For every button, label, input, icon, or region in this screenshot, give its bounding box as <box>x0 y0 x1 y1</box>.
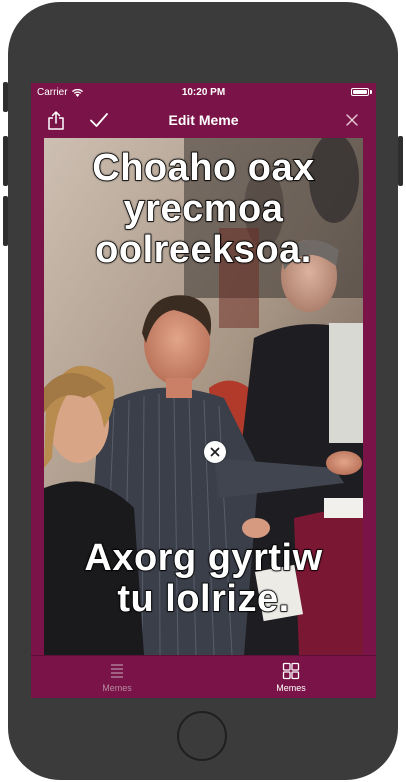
meme-top-text[interactable]: Choaho oax yrecmoa oolreeksoa. <box>44 147 363 272</box>
battery-cap <box>370 90 372 94</box>
status-bar: Carrier 10:20 PM <box>31 83 376 102</box>
home-button[interactable] <box>177 711 227 761</box>
mute-switch <box>3 82 8 112</box>
remove-text-button[interactable] <box>204 441 226 463</box>
close-icon <box>346 114 358 126</box>
meme-canvas[interactable]: Choaho oax yrecmoa oolreeksoa. Axorg gyr… <box>44 138 363 655</box>
tab-memes-list[interactable]: Memes <box>77 659 157 693</box>
volume-down-button <box>3 196 8 246</box>
app-screen: Carrier 10:20 PM Edit Meme Choaho oax yr… <box>31 83 376 698</box>
meme-bottom-text[interactable]: Axorg gyrtiw tu lolrize. <box>44 537 363 621</box>
close-button[interactable] <box>341 109 363 131</box>
power-button <box>398 136 403 186</box>
volume-up-button <box>3 136 8 186</box>
battery-icon <box>351 88 369 96</box>
tab-label: Memes <box>102 683 132 693</box>
list-icon <box>111 664 123 678</box>
remove-circle-icon <box>210 447 220 457</box>
grid-icon <box>282 662 300 680</box>
battery-level <box>353 90 367 94</box>
navigation-bar: Edit Meme <box>31 102 376 138</box>
tab-label: Memes <box>276 683 306 693</box>
tab-memes-grid[interactable]: Memes <box>251 659 331 693</box>
page-title: Edit Meme <box>168 112 239 128</box>
status-time: 10:20 PM <box>181 87 226 98</box>
tab-bar: Memes Memes <box>31 655 376 698</box>
